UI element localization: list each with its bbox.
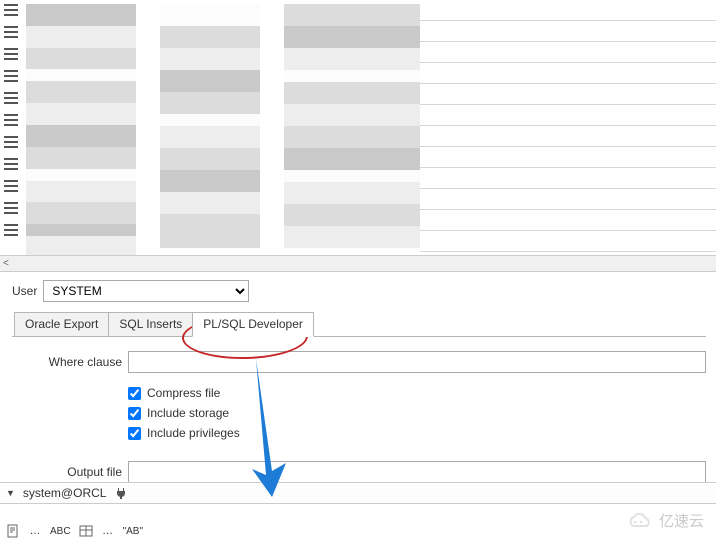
- table-icon: [4, 48, 18, 60]
- table-icon: [4, 224, 18, 236]
- table-icon: [4, 158, 18, 170]
- where-clause-input[interactable]: [128, 351, 706, 373]
- collapse-icon[interactable]: ▼: [6, 488, 15, 498]
- grid-icon[interactable]: [79, 524, 93, 538]
- toolbar-text-abc[interactable]: ABC: [50, 526, 71, 537]
- export-controls: User SYSTEM Oracle Export SQL Inserts PL…: [0, 272, 716, 503]
- table-icon: [4, 180, 18, 192]
- status-bar: ▼ system@ORCL: [0, 482, 716, 504]
- checkboxes: Compress file Include storage Include pr…: [128, 379, 706, 443]
- tab-sql-inserts[interactable]: SQL Inserts: [108, 312, 193, 337]
- table-icon: [4, 136, 18, 148]
- table-icon: [4, 202, 18, 214]
- table-icon: [4, 26, 18, 38]
- check-compress-file-input[interactable]: [128, 387, 141, 400]
- check-include-privileges[interactable]: Include privileges: [128, 423, 706, 443]
- output-file-input[interactable]: [128, 461, 706, 483]
- user-select[interactable]: SYSTEM: [43, 280, 249, 302]
- check-include-storage-input[interactable]: [128, 407, 141, 420]
- check-label: Compress file: [147, 386, 220, 400]
- check-include-privileges-input[interactable]: [128, 427, 141, 440]
- tab-label: SQL Inserts: [119, 317, 182, 331]
- blurred-content: [26, 0, 426, 258]
- where-clause-row: Where clause: [30, 351, 706, 373]
- status-connection: system@ORCL: [23, 486, 107, 500]
- toolbar-separator: …: [101, 524, 115, 538]
- table-icon: [4, 114, 18, 126]
- tab-label: PL/SQL Developer: [203, 317, 303, 331]
- table-icon: [4, 4, 18, 16]
- output-file-label: Output file: [30, 465, 122, 479]
- tab-oracle-export[interactable]: Oracle Export: [14, 312, 109, 337]
- user-row: User SYSTEM: [12, 280, 706, 302]
- tab-panel: Where clause Compress file Include stora…: [12, 336, 706, 503]
- output-file-row: Output file: [30, 461, 706, 483]
- table-icon: [4, 70, 18, 82]
- scroll-left-icon[interactable]: <: [3, 258, 9, 269]
- export-tabs: Oracle Export SQL Inserts PL/SQL Develop…: [14, 312, 706, 337]
- row-icon-strip: [0, 0, 26, 254]
- tab-label: Oracle Export: [25, 317, 98, 331]
- bottom-toolbar: … ABC … "AB": [0, 521, 716, 541]
- check-include-storage[interactable]: Include storage: [128, 403, 706, 423]
- ruled-list-area: [420, 0, 716, 258]
- horizontal-scrollbar[interactable]: <: [0, 255, 716, 271]
- tab-plsql-developer[interactable]: PL/SQL Developer: [192, 312, 314, 337]
- table-icon: [4, 92, 18, 104]
- doc-icon[interactable]: [6, 524, 20, 538]
- check-label: Include storage: [147, 406, 229, 420]
- toolbar-text-ab[interactable]: "AB": [123, 526, 143, 537]
- object-list-area: <: [0, 0, 716, 272]
- check-compress-file[interactable]: Compress file: [128, 383, 706, 403]
- where-clause-label: Where clause: [30, 355, 122, 369]
- check-label: Include privileges: [147, 426, 240, 440]
- toolbar-separator: …: [28, 524, 42, 538]
- user-label: User: [12, 284, 37, 298]
- plug-icon: [114, 486, 128, 500]
